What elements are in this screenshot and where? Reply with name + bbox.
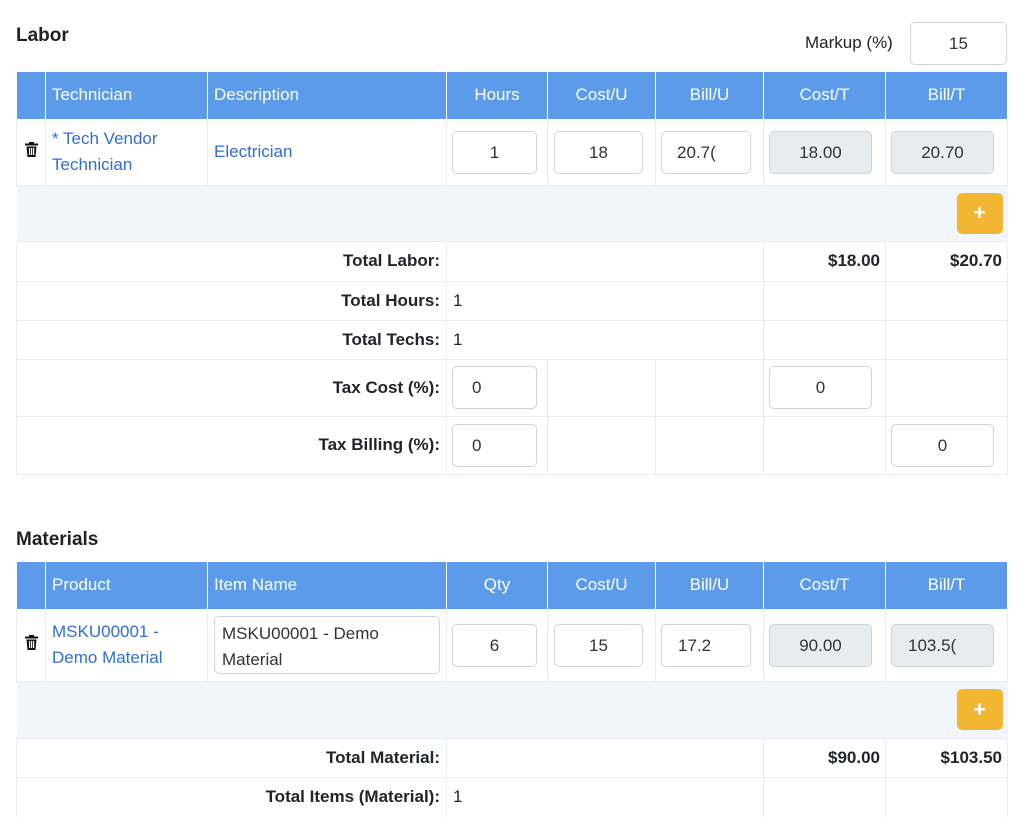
tax-billing-label: Tax Billing (%): <box>16 415 447 475</box>
header-mat-bill-t[interactable]: Bill/T <box>885 562 1008 610</box>
header-item-name[interactable]: Item Name <box>207 562 447 610</box>
total-material-row: Total Material: $90.00 $103.50 <box>16 737 1008 778</box>
description-cell: Electrician <box>207 118 447 186</box>
trash-icon[interactable] <box>24 635 38 650</box>
header-bill-t[interactable]: Bill/T <box>885 72 1008 120</box>
materials-add-button[interactable]: + <box>956 689 1003 730</box>
header-mat-bill-u[interactable]: Bill/U <box>655 562 764 610</box>
tax-billing-total-input[interactable]: 0 <box>891 423 994 467</box>
labor-bill-t-field: 20.70 <box>891 130 994 174</box>
description-link[interactable]: Electrician <box>214 142 292 161</box>
header-bill-u[interactable]: Bill/U <box>655 72 764 120</box>
labor-header-row: Technician Description Hours Cost/U Bill… <box>16 72 1008 120</box>
total-items-label: Total Items (Material): <box>16 776 447 817</box>
total-hours-label: Total Hours: <box>16 280 447 321</box>
item-name-input[interactable]: MSKU00001 - Demo Material <box>214 616 440 674</box>
total-items-row: Total Items (Material): 1 <box>16 776 1008 817</box>
total-labor-label: Total Labor: <box>16 240 447 282</box>
labor-bill-u-input[interactable]: 20.7( <box>661 130 751 174</box>
material-bill-t-field: 103.5( <box>891 623 994 667</box>
materials-table: Product Item Name Qty Cost/U Bill/U Cost… <box>16 562 1008 817</box>
materials-section-title: Materials <box>16 529 99 550</box>
labor-header-actions <box>16 72 46 120</box>
materials-header-row: Product Item Name Qty Cost/U Bill/U Cost… <box>16 562 1008 610</box>
header-mat-cost-u[interactable]: Cost/U <box>547 562 656 610</box>
labor-add-row: + <box>16 185 1008 241</box>
total-items-value: 1 <box>446 776 764 817</box>
labor-row: * Tech Vendor Technician Electrician 1 1… <box>16 118 1008 186</box>
technician-cell: * Tech Vendor Technician <box>45 118 208 186</box>
labor-cost-u-input[interactable]: 18 <box>554 130 643 174</box>
tax-billing-input[interactable]: 0 <box>452 423 537 467</box>
labor-section-title: Labor <box>16 25 69 46</box>
material-bill-u-input[interactable]: 17.2 <box>661 623 751 667</box>
markup-label: Markup (%) <box>805 33 893 52</box>
plus-icon: + <box>973 696 986 722</box>
labor-add-button[interactable]: + <box>956 192 1003 234</box>
header-cost-u[interactable]: Cost/U <box>547 72 656 120</box>
material-cost-u-input[interactable]: 15 <box>554 623 643 667</box>
qty-input[interactable]: 6 <box>452 623 537 667</box>
product-link-line2[interactable]: Demo Material <box>52 645 207 671</box>
material-cost-t-field: 90.00 <box>769 623 872 667</box>
material-delete-cell <box>16 608 46 682</box>
total-techs-value: 1 <box>446 319 764 360</box>
header-technician[interactable]: Technician <box>45 72 208 120</box>
technician-link-line1[interactable]: * Tech Vendor <box>52 126 207 152</box>
total-labor-bill: $20.70 <box>885 240 1008 282</box>
labor-table: Technician Description Hours Cost/U Bill… <box>16 72 1008 475</box>
total-hours-row: Total Hours: 1 <box>16 280 1008 321</box>
total-material-bill: $103.50 <box>885 737 1008 778</box>
header-mat-cost-t[interactable]: Cost/T <box>763 562 886 610</box>
trash-icon[interactable] <box>24 142 38 157</box>
header-product[interactable]: Product <box>45 562 208 610</box>
header-qty[interactable]: Qty <box>446 562 548 610</box>
materials-add-row: + <box>16 681 1008 738</box>
header-description[interactable]: Description <box>207 72 447 120</box>
plus-icon: + <box>973 200 986 225</box>
tax-cost-total-input[interactable]: 0 <box>769 366 872 409</box>
total-hours-value: 1 <box>446 280 764 321</box>
item-name-line2: Material <box>222 650 283 669</box>
total-material-label: Total Material: <box>16 737 447 778</box>
markup-input[interactable]: 15 <box>910 22 1007 65</box>
product-link-line1[interactable]: MSKU00001 - <box>52 619 207 645</box>
tax-cost-input[interactable]: 0 <box>452 366 537 409</box>
tax-billing-row: Tax Billing (%): 0 0 <box>16 415 1008 475</box>
materials-header-actions <box>16 562 46 610</box>
item-name-line1: MSKU00001 - Demo <box>222 624 379 643</box>
total-labor-cost: $18.00 <box>763 240 886 282</box>
labor-delete-cell <box>16 118 46 186</box>
product-cell: MSKU00001 - Demo Material <box>45 608 208 682</box>
labor-cost-t-field: 18.00 <box>769 130 872 174</box>
tax-cost-row: Tax Cost (%): 0 0 <box>16 358 1008 417</box>
total-material-cost: $90.00 <box>763 737 886 778</box>
header-hours[interactable]: Hours <box>446 72 548 120</box>
header-cost-t[interactable]: Cost/T <box>763 72 886 120</box>
total-techs-row: Total Techs: 1 <box>16 319 1008 360</box>
total-labor-row: Total Labor: $18.00 $20.70 <box>16 240 1008 282</box>
material-row: MSKU00001 - Demo Material MSKU00001 - De… <box>16 608 1008 682</box>
tax-cost-label: Tax Cost (%): <box>16 358 447 417</box>
total-techs-label: Total Techs: <box>16 319 447 360</box>
hours-input[interactable]: 1 <box>452 130 537 174</box>
technician-link-line2[interactable]: Technician <box>52 152 207 178</box>
